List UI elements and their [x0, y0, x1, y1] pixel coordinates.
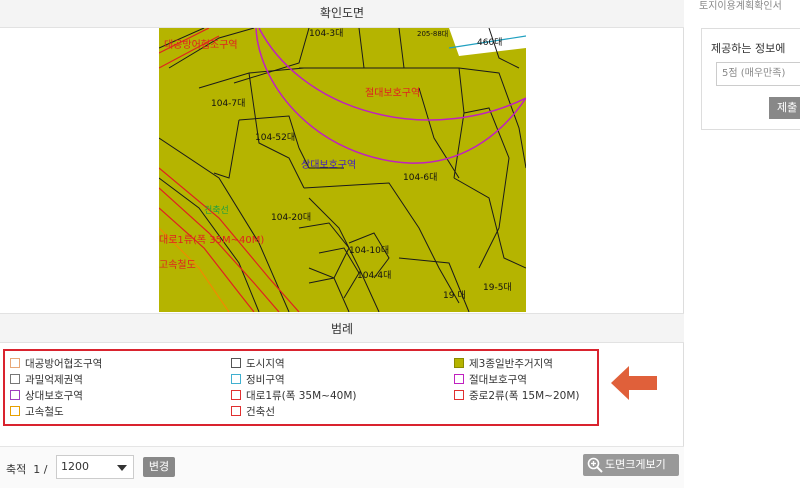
- swatch-icon: [10, 374, 20, 384]
- svg-text:19 대: 19 대: [443, 290, 466, 301]
- legend-label: 과밀억제권역: [25, 374, 83, 386]
- land-use-map[interactable]: 104-7대 104-52대 104-20대 104-6대 104-3대 104…: [159, 28, 526, 312]
- svg-text:대로1류(폭 35M~40M): 대로1류(폭 35M~40M): [159, 234, 264, 246]
- legend-label: 정비구역: [246, 374, 285, 386]
- svg-text:104-4대: 104-4대: [357, 270, 391, 281]
- swatch-icon: [231, 374, 241, 384]
- legend-item: 과밀억제권역: [10, 372, 102, 388]
- legend-label: 절대보호구역: [469, 374, 527, 386]
- swatch-icon: [10, 390, 20, 400]
- svg-text:건축선: 건축선: [204, 205, 229, 216]
- swatch-icon: [454, 358, 464, 368]
- legend-item: 절대보호구역: [454, 372, 580, 388]
- legend-item: 건축선: [231, 404, 357, 420]
- rating-select[interactable]: 5점 (매우만족): [716, 62, 800, 86]
- map-drawing: 104-7대 104-52대 104-20대 104-6대 104-3대 104…: [159, 28, 526, 312]
- svg-text:104-6대: 104-6대: [403, 172, 437, 183]
- map-section-header: 확인도면: [0, 0, 684, 28]
- legend-section-header: 범례: [0, 313, 684, 343]
- scale-select[interactable]: 1200: [56, 455, 134, 479]
- svg-text:상대보호구역: 상대보호구역: [301, 159, 356, 171]
- svg-text:205-88대: 205-88대: [417, 30, 448, 38]
- legend-column-2: 도시지역 정비구역 대로1류(폭 35M~40M) 건축선: [231, 356, 357, 420]
- svg-text:절대보호구역: 절대보호구역: [365, 86, 420, 99]
- side-top-text: 토지이용계획확인서: [699, 1, 782, 12]
- left-arrow-icon: [611, 366, 657, 400]
- legend-label: 대공방어협조구역: [25, 358, 103, 370]
- legend-label: 도시지역: [246, 358, 285, 370]
- legend-item: 고속철도: [10, 404, 102, 420]
- legend-label: 중로2류(폭 15M~20M): [469, 390, 580, 402]
- change-scale-button[interactable]: 변경: [143, 457, 175, 477]
- svg-text:19-5대: 19-5대: [483, 282, 512, 293]
- legend-label: 상대보호구역: [25, 390, 83, 402]
- rating-select-value: 5점 (매우만족): [722, 68, 786, 79]
- chevron-down-icon: [117, 465, 127, 471]
- submit-button[interactable]: 제출: [769, 97, 800, 119]
- swatch-icon: [231, 390, 241, 400]
- legend-column-1: 대공방어협조구역 과밀억제권역 상대보호구역 고속철도: [10, 356, 102, 420]
- zoom-in-icon: [587, 457, 603, 473]
- legend-item: 상대보호구역: [10, 388, 102, 404]
- swatch-icon: [231, 406, 241, 416]
- svg-text:104-10대: 104-10대: [349, 245, 389, 256]
- swatch-icon: [454, 374, 464, 384]
- side-panel: 토지이용계획확인서 제공하는 정보에 5점 (매우만족) 제출: [685, 0, 800, 488]
- map-footer: 축적 1 / 1200 변경 도면크게보기: [0, 446, 684, 488]
- legend-item: 제3종일반주거지역: [454, 356, 580, 372]
- scale-select-value: 1200: [61, 460, 89, 473]
- svg-text:고속철도: 고속철도: [159, 259, 196, 271]
- enlarge-map-button[interactable]: 도면크게보기: [583, 454, 679, 476]
- swatch-icon: [231, 358, 241, 368]
- enlarge-map-label: 도면크게보기: [605, 458, 666, 471]
- main-panel: 확인도면 104-7대 104-52대 104-20대 104-6대 104-3…: [0, 0, 684, 488]
- svg-text:104-20대: 104-20대: [271, 212, 311, 223]
- scale-label: 축적 1 /: [6, 463, 48, 476]
- legend-item: 대로1류(폭 35M~40M): [231, 388, 357, 404]
- svg-text:대공방어협조구역: 대공방어협조구역: [164, 38, 238, 51]
- swatch-icon: [454, 390, 464, 400]
- svg-text:460대: 460대: [477, 37, 502, 48]
- legend-label: 고속철도: [25, 406, 64, 418]
- legend-box: 대공방어협조구역 과밀억제권역 상대보호구역 고속철도 도시지역 정비구역 대로…: [3, 349, 599, 426]
- legend-item: 대공방어협조구역: [10, 356, 102, 372]
- swatch-icon: [10, 406, 20, 416]
- svg-text:104-3대: 104-3대: [309, 28, 343, 39]
- legend-item: 도시지역: [231, 356, 357, 372]
- legend-item: 중로2류(폭 15M~20M): [454, 388, 580, 404]
- legend-label: 제3종일반주거지역: [469, 358, 553, 370]
- legend-item: 정비구역: [231, 372, 357, 388]
- legend-column-3: 제3종일반주거지역 절대보호구역 중로2류(폭 15M~20M): [454, 356, 580, 404]
- map-section-title: 확인도면: [319, 6, 365, 20]
- legend-label: 건축선: [246, 406, 275, 418]
- legend-section-title: 범례: [330, 322, 354, 336]
- swatch-icon: [10, 358, 20, 368]
- feedback-title: 제공하는 정보에: [711, 42, 786, 55]
- svg-text:104-52대: 104-52대: [255, 132, 295, 143]
- legend-label: 대로1류(폭 35M~40M): [246, 390, 357, 402]
- svg-text:104-7대: 104-7대: [211, 98, 245, 109]
